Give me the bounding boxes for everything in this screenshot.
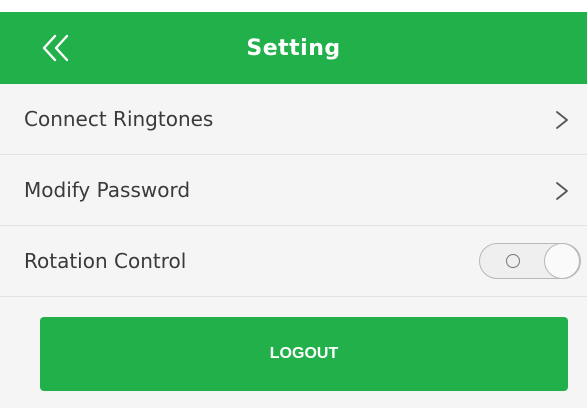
chevron-right-icon [556,111,568,129]
logout-section: LOGOUT [0,297,587,408]
settings-item-rotation-control: Rotation Control [0,226,587,297]
settings-item-label: Modify Password [24,178,191,202]
logout-button[interactable]: LOGOUT [40,317,568,391]
rotation-control-toggle[interactable] [479,243,581,279]
double-chevron-left-icon [42,34,69,62]
app-header: Setting [0,12,587,84]
settings-item-label: Rotation Control [24,249,187,273]
toggle-off-indicator-icon [506,254,520,268]
toggle-knob [544,243,580,279]
settings-item-modify-password[interactable]: Modify Password [0,155,587,226]
settings-item-connect-ringtones[interactable]: Connect Ringtones [0,84,587,155]
settings-item-label: Connect Ringtones [24,107,214,131]
back-button[interactable] [34,26,78,70]
settings-list: Connect Ringtones Modify Password Rotati… [0,84,587,297]
chevron-right-icon [556,182,568,200]
status-strip [0,0,587,12]
page-title: Setting [246,35,341,61]
